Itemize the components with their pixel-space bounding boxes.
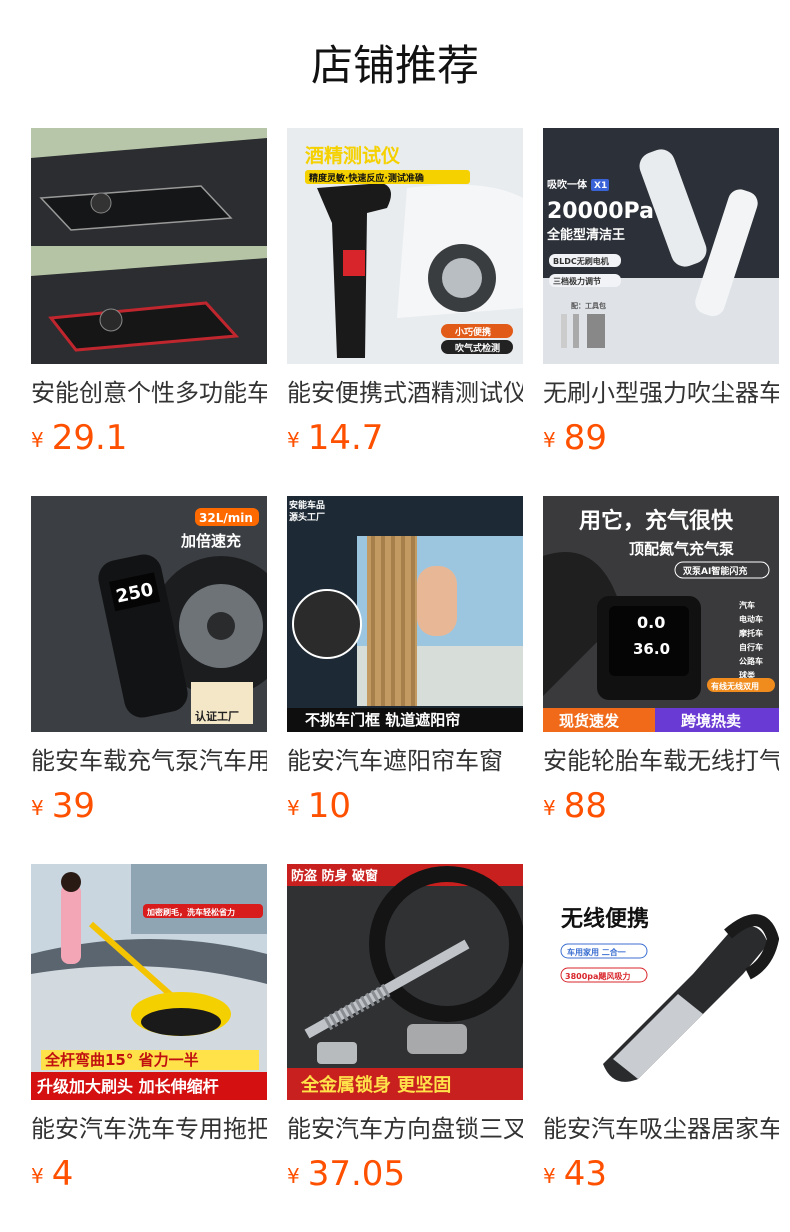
overlay-text: 全金属锁身 更坚固	[300, 1074, 451, 1096]
product-price: ¥89	[543, 418, 607, 458]
product-image[interactable]	[31, 128, 267, 364]
overlay-text: 吸吹一体	[547, 178, 588, 191]
product-name[interactable]: 能安汽车遮阳帘车窗	[287, 744, 523, 778]
product-price: ¥37.05	[287, 1154, 405, 1194]
overlay-text: 加倍速充	[180, 532, 241, 550]
overlay-text: 公路车	[739, 656, 763, 666]
overlay-text: 3800pa飓风吸力	[565, 971, 630, 981]
price-value: 89	[563, 418, 607, 458]
overlay-text: 配：工具包	[571, 301, 606, 310]
overlay-text: 电动车	[739, 614, 763, 624]
product-image[interactable]: 用它，充气很快 顶配氮气充气泵 双泵AI智能闪充 0.0 36.0 汽车 电动车…	[543, 496, 779, 732]
overlay-text: 36.0	[633, 640, 670, 658]
product-price: ¥43	[543, 1154, 607, 1194]
product-price: ¥14.7	[287, 418, 383, 458]
product-name[interactable]: 能安汽车洗车专用拖把	[31, 1112, 267, 1146]
product-name[interactable]: 能安汽车方向盘锁三叉	[287, 1112, 523, 1146]
overlay-text: 摩托车	[738, 628, 763, 638]
product-card[interactable]: 无线便携 车用家用 二合一 3800pa飓风吸力 能安汽车吸尘器居家车用 ¥43	[543, 864, 779, 1204]
overlay-text: 0.0	[637, 613, 665, 632]
overlay-text: 顶配氮气充气泵	[629, 540, 734, 558]
overlay-text: 吹气式检测	[455, 342, 500, 354]
overlay-text: 汽车	[739, 600, 755, 610]
price-value: 37.05	[307, 1154, 406, 1194]
overlay-text: 跨境热卖	[681, 712, 741, 730]
currency-symbol: ¥	[31, 1164, 44, 1188]
currency-symbol: ¥	[287, 428, 300, 452]
overlay-text: 源头工厂	[289, 511, 325, 523]
product-card[interactable]: 用它，充气很快 顶配氮气充气泵 双泵AI智能闪充 0.0 36.0 汽车 电动车…	[543, 496, 779, 836]
overlay-text: 双泵AI智能闪充	[683, 565, 747, 577]
product-card[interactable]: 250 32L/min 加倍速充 认证工厂 能安车载充气泵汽车用 ¥39	[31, 496, 267, 836]
product-price: ¥29.1	[31, 418, 127, 458]
overlay-text: 三档极力调节	[553, 276, 601, 286]
currency-symbol: ¥	[543, 796, 556, 820]
product-image[interactable]: 安能车品 源头工厂 不挑车门框 轨道遮阳帘	[287, 496, 523, 732]
overlay-text: 32L/min	[199, 511, 253, 525]
overlay-text: 有线无线双用	[711, 681, 759, 691]
product-image[interactable]: 酒精测试仪 精度灵敏·快速反应·测试准确 小巧便携 吹气式检测	[287, 128, 523, 364]
overlay-text: 20000Pa	[547, 199, 654, 224]
currency-symbol: ¥	[287, 796, 300, 820]
product-price: ¥4	[31, 1154, 73, 1194]
product-name[interactable]: 能安车载充气泵汽车用	[31, 744, 267, 778]
product-image[interactable]: 无线便携 车用家用 二合一 3800pa飓风吸力	[543, 864, 779, 1100]
price-value: 29.1	[51, 418, 128, 458]
currency-symbol: ¥	[31, 796, 44, 820]
overlay-text: 用它，充气很快	[579, 508, 734, 534]
overlay-text: 自行车	[739, 642, 763, 652]
page-title: 店铺推荐	[310, 41, 479, 90]
product-image[interactable]: 250 32L/min 加倍速充 认证工厂	[31, 496, 267, 732]
product-image[interactable]: 吸吹一体 X1 20000Pa 全能型清洁王 BLDC无刷电机 三档极力调节 配…	[543, 128, 779, 364]
overlay-text: 不挑车门框 轨道遮阳帘	[305, 711, 460, 729]
overlay-text: BLDC无刷电机	[553, 256, 609, 266]
product-name[interactable]: 无刷小型强力吹尘器车载	[543, 376, 779, 410]
overlay-text: 防盗 防身 破窗	[291, 868, 378, 884]
product-image[interactable]: 加密刷毛，洗车轻松省力 全杆弯曲15° 省力一半 升级加大刷头 加长伸缩杆	[31, 864, 267, 1100]
product-price: ¥10	[287, 786, 351, 826]
currency-symbol: ¥	[31, 428, 44, 452]
overlay-text: 酒精测试仪	[305, 144, 401, 167]
overlay-text: 精度灵敏·快速反应·测试准确	[309, 172, 424, 184]
overlay-text: 车用家用 二合一	[567, 947, 626, 957]
price-value: 88	[563, 786, 607, 826]
overlay-text: 小巧便携	[454, 326, 491, 338]
product-card[interactable]: 安能车品 源头工厂 不挑车门框 轨道遮阳帘 能安汽车遮阳帘车窗 ¥10	[287, 496, 523, 836]
product-price: ¥39	[31, 786, 95, 826]
product-card[interactable]: 加密刷毛，洗车轻松省力 全杆弯曲15° 省力一半 升级加大刷头 加长伸缩杆 能安…	[31, 864, 267, 1204]
overlay-text: X1	[594, 181, 607, 191]
overlay-text: 认证工厂	[195, 709, 239, 723]
product-name[interactable]: 安能创意个性多功能车载防滑垫	[31, 376, 267, 410]
overlay-text: 升级加大刷头 加长伸缩杆	[37, 1077, 219, 1096]
price-value: 43	[563, 1154, 607, 1194]
product-card[interactable]: 安能创意个性多功能车载防滑垫 ¥29.1	[31, 128, 267, 468]
product-name[interactable]: 能安汽车吸尘器居家车用	[543, 1112, 779, 1146]
price-value: 10	[307, 786, 351, 826]
product-image[interactable]: 防盗 防身 破窗 全金属锁身 更坚固	[287, 864, 523, 1100]
overlay-text: 全能型清洁王	[546, 227, 625, 243]
product-card[interactable]: 吸吹一体 X1 20000Pa 全能型清洁王 BLDC无刷电机 三档极力调节 配…	[543, 128, 779, 468]
product-name[interactable]: 能安便携式酒精测试仪	[287, 376, 523, 410]
currency-symbol: ¥	[543, 1164, 556, 1188]
currency-symbol: ¥	[543, 428, 556, 452]
overlay-text: 全杆弯曲15° 省力一半	[44, 1051, 199, 1069]
product-price: ¥88	[543, 786, 607, 826]
product-card[interactable]: 防盗 防身 破窗 全金属锁身 更坚固 能安汽车方向盘锁三叉 ¥37.05	[287, 864, 523, 1204]
currency-symbol: ¥	[287, 1164, 300, 1188]
product-name[interactable]: 安能轮胎车载无线打气泵	[543, 744, 779, 778]
overlay-text: 现货速发	[559, 712, 620, 730]
price-value: 39	[51, 786, 95, 826]
overlay-text: 加密刷毛，洗车轻松省力	[146, 907, 235, 917]
product-card[interactable]: 酒精测试仪 精度灵敏·快速反应·测试准确 小巧便携 吹气式检测 能安便携式酒精测…	[287, 128, 523, 468]
overlay-text: 无线便携	[561, 906, 649, 932]
overlay-text: 安能车品	[289, 499, 325, 511]
price-value: 14.7	[307, 418, 384, 458]
price-value: 4	[51, 1154, 74, 1194]
